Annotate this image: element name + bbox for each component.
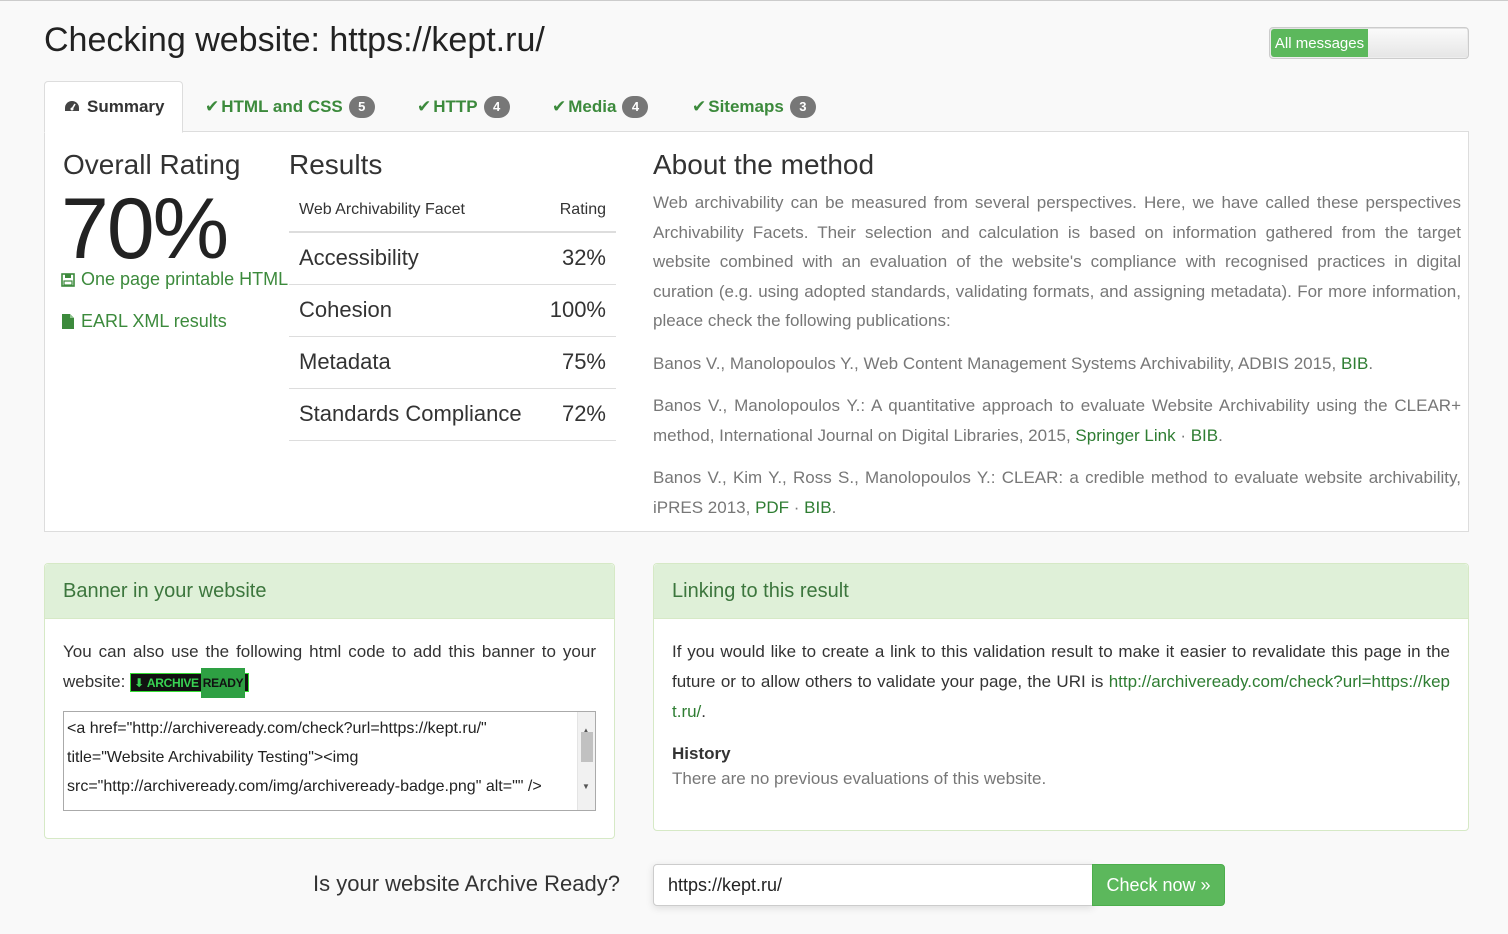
printable-html-label: One page printable HTML [81, 269, 289, 289]
col-rating-header: Rating [537, 188, 616, 233]
tab-media[interactable]: ✔ Media 4 [534, 81, 666, 132]
page-title: Checking website: https://kept.ru/ [44, 21, 545, 59]
tab-bar: Summary ✔ HTML and CSS 5 ✔ HTTP 4 ✔ Medi… [44, 81, 1469, 133]
tab-html-css-label: HTML and CSS [221, 96, 343, 116]
tab-http[interactable]: ✔ HTTP 4 [399, 81, 528, 132]
scroll-down-icon[interactable]: ▼ [582, 772, 590, 801]
pub1-bib-link[interactable]: BIB [1341, 354, 1368, 373]
about-intro: Web archivability can be measured from s… [653, 193, 1461, 330]
badge-right-text: READY [200, 667, 246, 698]
facet-rating: 100% [537, 284, 616, 337]
publication-3: Banos V., Kim Y., Ross S., Manolopoulos … [653, 463, 1461, 522]
embed-code-text: <a href="http://archiveready.com/check?u… [67, 720, 542, 795]
file-icon [62, 314, 74, 329]
publication-2: Banos V., Manolopoulos Y.: A quantitativ… [653, 391, 1461, 450]
tab-http-label: HTTP [433, 96, 478, 116]
banner-panel: Banner in your website You can also use … [44, 563, 615, 839]
tab-summary[interactable]: Summary [44, 81, 184, 133]
scroll-thumb[interactable] [581, 732, 593, 762]
url-input[interactable] [653, 864, 1093, 906]
dashboard-icon [65, 101, 79, 111]
scrollbar[interactable]: ▲ ▼ [577, 712, 595, 810]
download-icon: ⬇ [134, 675, 144, 690]
facet-name: Standards Compliance [289, 388, 538, 441]
linking-panel: Linking to this result If you would like… [653, 563, 1469, 831]
facet-name: Metadata [289, 336, 538, 389]
results-heading: Results [289, 149, 383, 180]
punct: . [1368, 353, 1374, 373]
punct: . [831, 497, 837, 517]
embed-code-textarea[interactable]: <a href="http://archiveready.com/check?u… [63, 711, 596, 811]
tab-http-badge: 4 [483, 95, 510, 118]
separator: · [1175, 425, 1191, 445]
toggle-on-label: All messages [1271, 29, 1368, 57]
toggle-off-handle[interactable] [1368, 29, 1467, 57]
banner-panel-body: You can also use the following html code… [45, 619, 614, 829]
separator: · [789, 497, 805, 517]
pub2-bib-link[interactable]: BIB [1191, 426, 1218, 445]
about-heading: About the method [653, 149, 875, 180]
table-row: Standards Compliance 72% [289, 388, 616, 441]
check-icon: ✔ [205, 96, 220, 116]
results-table: Web Archivability Facet Rating Accessibi… [289, 188, 616, 441]
table-row: Accessibility 32% [289, 232, 616, 285]
facet-rating: 75% [537, 336, 616, 389]
pub2-springer-link[interactable]: Springer Link [1075, 426, 1175, 445]
history-heading: History [672, 744, 731, 763]
publication-1: Banos V., Manolopoulos Y., Web Content M… [653, 349, 1461, 379]
pub3-pdf-link[interactable]: PDF [755, 498, 789, 517]
facet-rating: 32% [537, 232, 616, 285]
tab-media-badge: 4 [622, 95, 649, 118]
tab-html-css[interactable]: ✔ HTML and CSS 5 [187, 81, 393, 132]
check-icon: ✔ [552, 96, 567, 116]
summary-panel: Overall Rating 70% One page printable HT… [44, 131, 1469, 532]
tab-html-css-badge: 5 [348, 95, 375, 118]
facet-name: Cohesion [289, 284, 538, 337]
about-text: Web archivability can be measured from s… [653, 188, 1461, 535]
overall-rating-heading: Overall Rating [63, 149, 241, 180]
pub3-bib-link[interactable]: BIB [804, 498, 831, 517]
linking-panel-heading: Linking to this result [654, 564, 1468, 619]
earl-xml-link[interactable]: EARL XML results [61, 311, 227, 332]
tab-sitemaps[interactable]: ✔ Sitemaps 3 [674, 81, 834, 132]
linking-panel-body: If you would like to create a link to th… [654, 619, 1468, 807]
overall-rating-value: 70% [61, 181, 229, 277]
check-now-button[interactable]: Check now » [1092, 864, 1225, 906]
history-text: There are no previous evaluations of thi… [672, 769, 1047, 788]
publication-2-text: Banos V., Manolopoulos Y.: A quantitativ… [653, 396, 1461, 445]
punct: . [1218, 425, 1223, 445]
banner-panel-heading: Banner in your website [45, 564, 614, 619]
punct: . [701, 702, 707, 721]
col-facet-header: Web Archivability Facet [289, 188, 538, 233]
table-row: Metadata 75% [289, 336, 616, 389]
facet-rating: 72% [537, 388, 616, 441]
publication-1-text: Banos V., Manolopoulos Y., Web Content M… [653, 353, 1341, 373]
tab-sitemaps-badge: 3 [789, 95, 816, 118]
tab-summary-label: Summary [87, 97, 165, 116]
earl-xml-label: EARL XML results [81, 311, 227, 331]
floppy-icon [61, 272, 75, 287]
printable-html-link[interactable]: One page printable HTML [61, 269, 288, 290]
all-messages-toggle[interactable]: All messages [1269, 27, 1469, 59]
tab-sitemaps-label: Sitemaps [708, 96, 784, 116]
table-row: Cohesion 100% [289, 284, 616, 337]
archive-ready-badge: ⬇ ARCHIVE READY [130, 667, 250, 698]
archive-ready-question: Is your website Archive Ready? [313, 871, 620, 896]
tab-media-label: Media [568, 96, 617, 116]
facet-name: Accessibility [289, 232, 538, 285]
check-icon: ✔ [417, 96, 432, 116]
check-icon: ✔ [692, 96, 707, 116]
badge-left-text: ARCHIVE [146, 675, 199, 690]
linking-text: If you would like to create a link to th… [672, 637, 1450, 727]
